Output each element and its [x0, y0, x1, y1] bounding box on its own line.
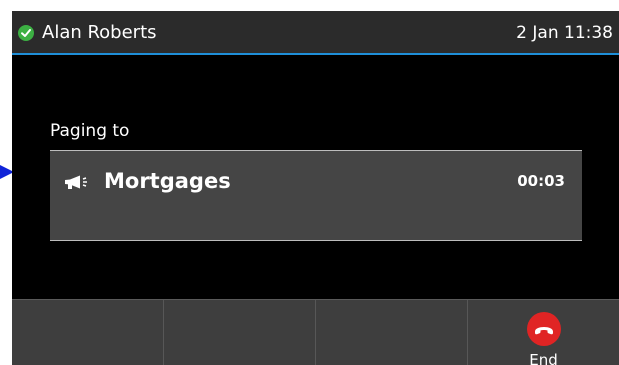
date-time: 2 Jan 11:38: [516, 23, 613, 43]
end-call-label: End: [529, 351, 558, 365]
user-name: Alan Roberts: [42, 22, 157, 43]
paging-label: Paging to: [50, 121, 130, 141]
softkey-bar: End: [12, 299, 619, 365]
paging-call-card[interactable]: Mortgages 00:03: [50, 150, 582, 241]
softkey-3[interactable]: [316, 300, 468, 365]
phone-screen: Alan Roberts 2 Jan 11:38 Paging to Mortg…: [12, 11, 619, 365]
end-call-button[interactable]: End: [468, 300, 619, 365]
presence-available-icon: [18, 25, 34, 41]
softkey-2[interactable]: [164, 300, 316, 365]
call-timer: 00:03: [517, 172, 565, 190]
softkey-1[interactable]: [12, 300, 164, 365]
megaphone-icon: [64, 174, 90, 190]
end-call-icon: [527, 312, 561, 346]
status-bar: Alan Roberts 2 Jan 11:38: [12, 11, 619, 55]
paging-group-name: Mortgages: [104, 169, 231, 193]
